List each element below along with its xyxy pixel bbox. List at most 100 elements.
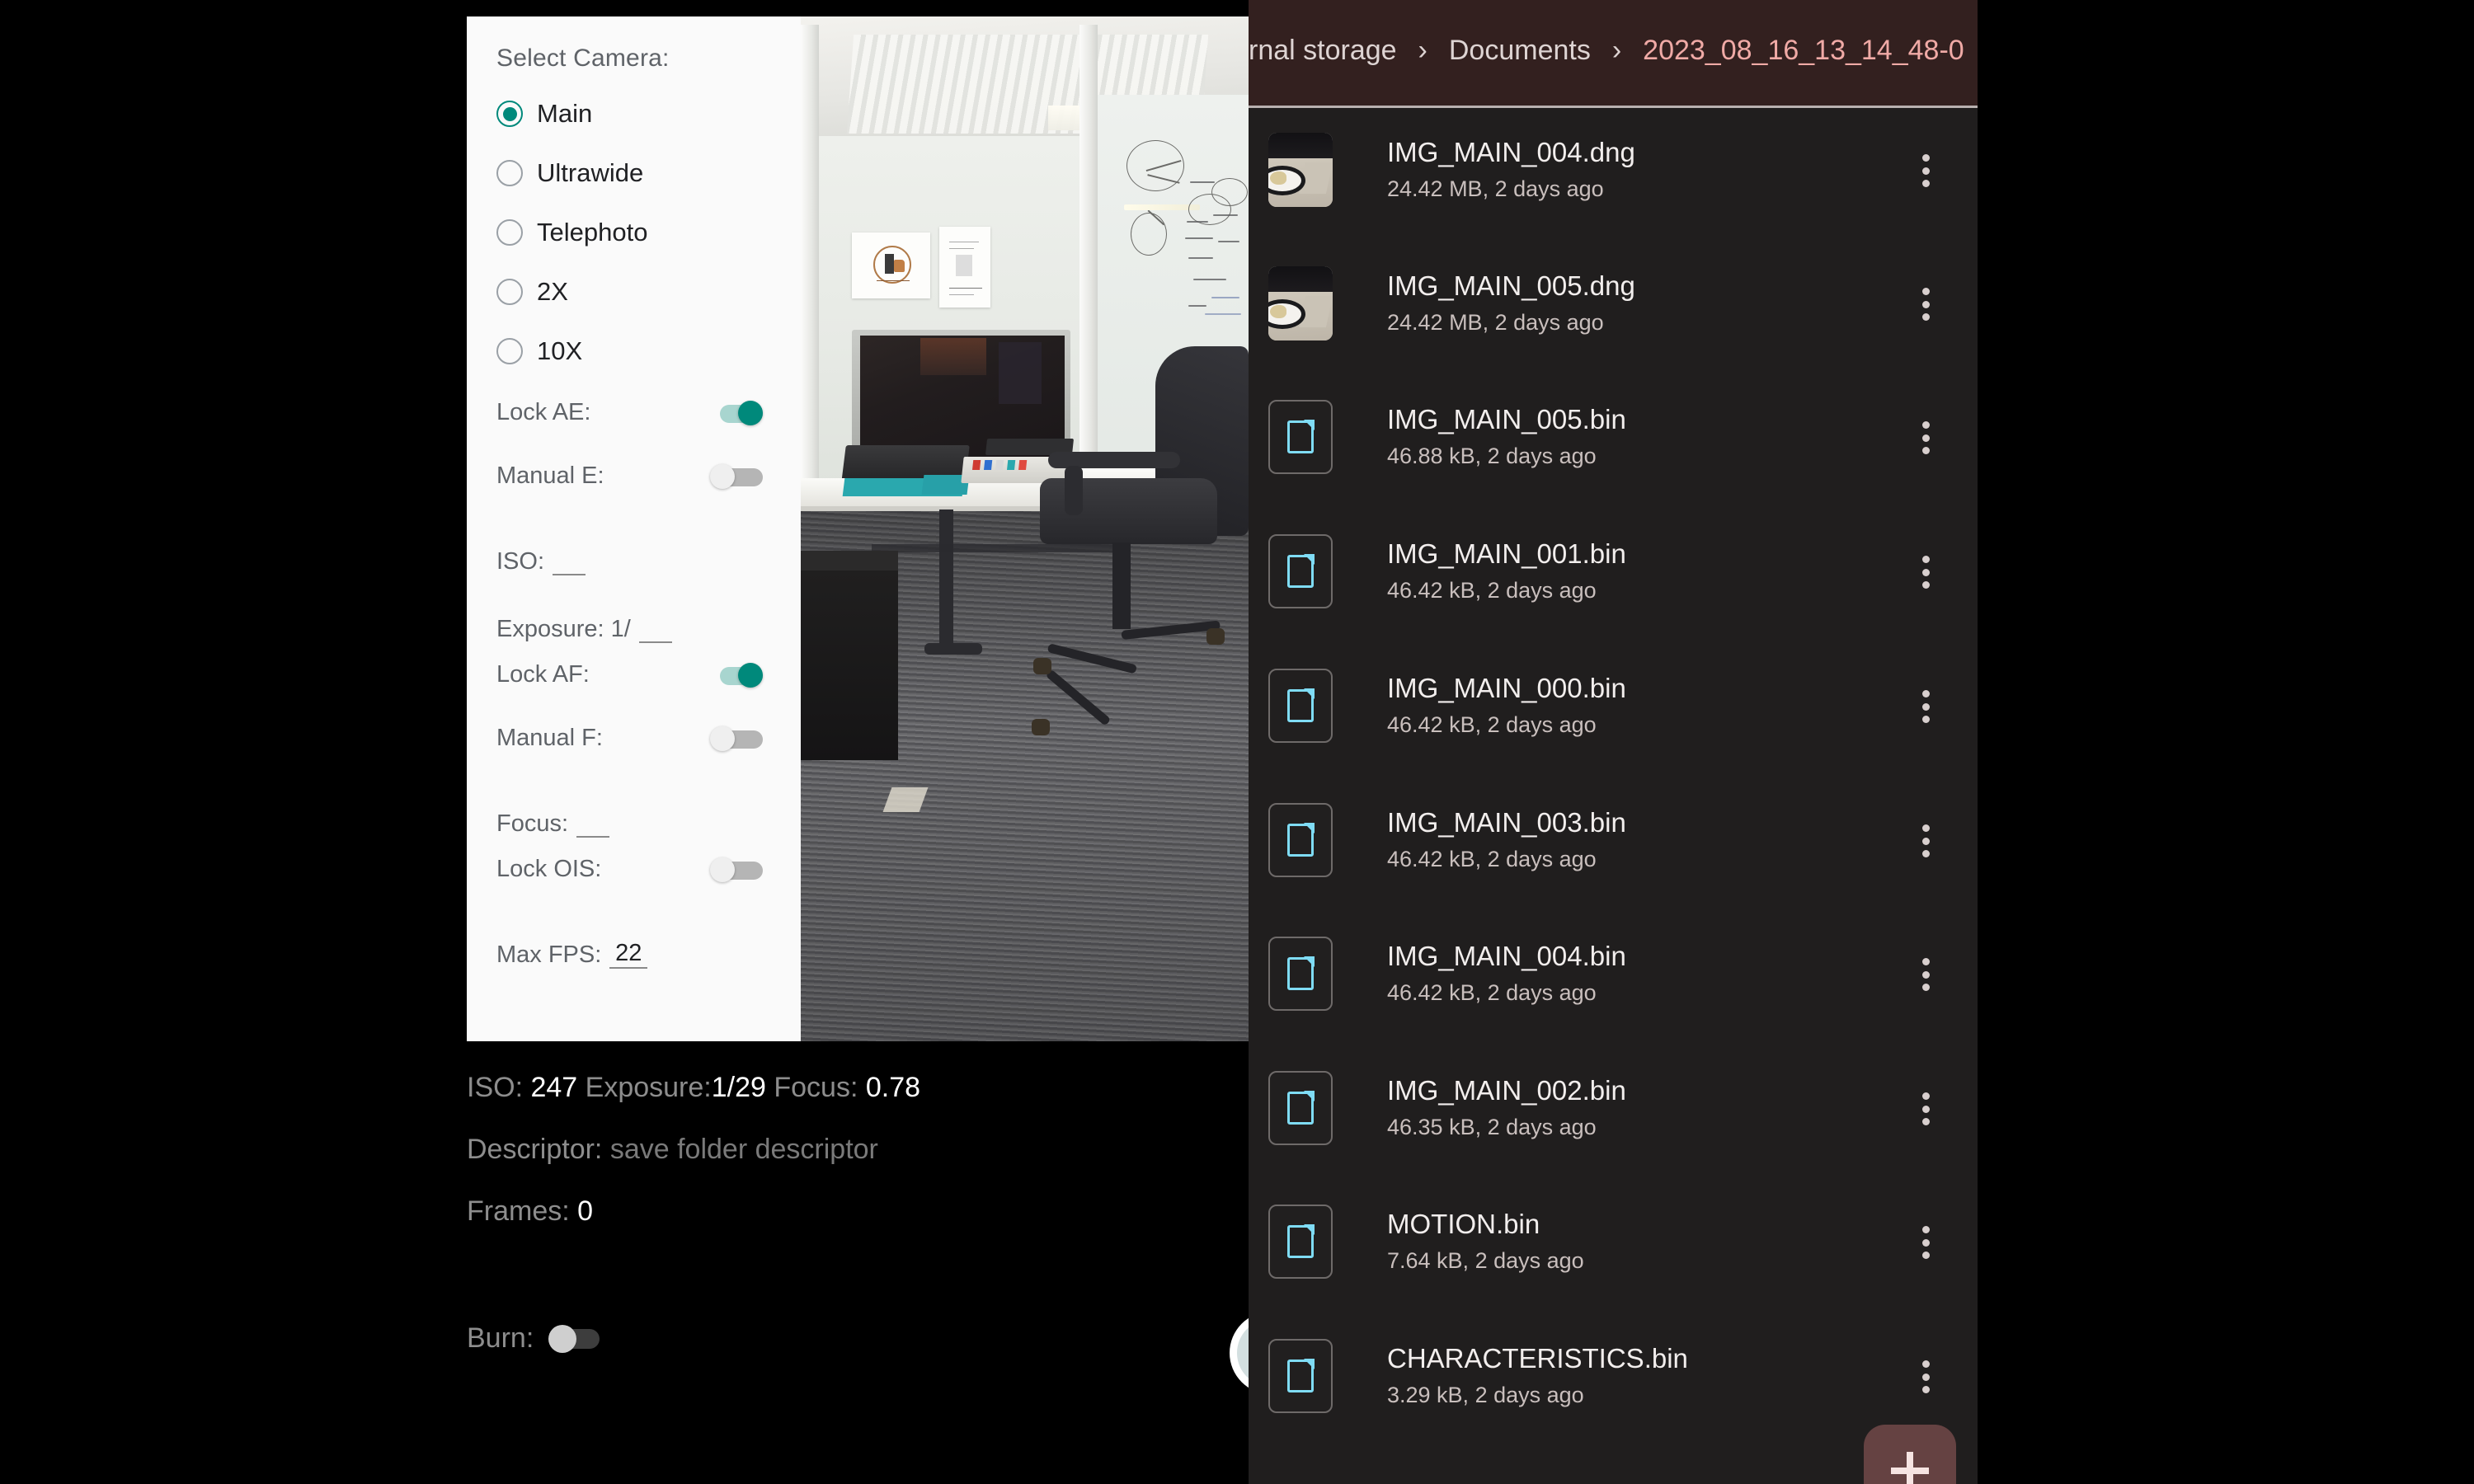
exposure-readout-label: Exposure: [577, 1072, 712, 1103]
lock-ae-label: Lock AE: [496, 399, 591, 425]
breadcrumb-item-documents[interactable]: Documents [1449, 35, 1591, 67]
camera-option-label: Main [537, 99, 593, 128]
overflow-menu-icon[interactable] [1921, 1360, 1930, 1393]
file-manager-app: rnal storage › Documents › 2023_08_16_13… [1249, 0, 1978, 1484]
exposure-input[interactable] [638, 613, 672, 643]
lock-ois-label: Lock OIS: [496, 856, 602, 882]
document-icon [1268, 400, 1333, 474]
burn-label: Burn: [467, 1322, 534, 1354]
document-icon [1268, 803, 1333, 877]
file-name: MOTION.bin [1387, 1209, 1540, 1240]
iso-input[interactable] [553, 546, 586, 575]
file-meta: 46.42 kB, 2 days ago [1387, 578, 1597, 603]
plus-icon [1891, 1452, 1929, 1484]
file-list[interactable]: IMG_MAIN_004.dng 24.42 MB, 2 days ago IM… [1249, 108, 1978, 1484]
overflow-menu-icon[interactable] [1921, 958, 1930, 991]
file-meta: 3.29 kB, 2 days ago [1387, 1383, 1584, 1408]
table-row[interactable]: IMG_MAIN_003.bin 46.42 kB, 2 days ago [1249, 803, 1978, 877]
toggle-thumb [710, 463, 735, 489]
lock-ae-toggle[interactable] [710, 400, 763, 425]
file-name: IMG_MAIN_000.bin [1387, 673, 1626, 704]
table-row[interactable]: IMG_MAIN_002.bin 46.35 kB, 2 days ago [1249, 1071, 1978, 1145]
photo-thumbnail [1268, 266, 1333, 340]
table-row[interactable]: MOTION.bin 7.64 kB, 2 days ago [1249, 1205, 1978, 1279]
camera-option-label: 2X [537, 277, 568, 306]
camera-app: Select Camera: Main Ultrawide Telephoto … [467, 0, 1312, 1484]
camera-option-main[interactable]: Main [496, 84, 771, 143]
table-row[interactable]: IMG_MAIN_004.bin 46.42 kB, 2 days ago [1249, 937, 1978, 1011]
focus-readout-value: 0.78 [865, 1072, 921, 1103]
iso-row: ISO: [496, 508, 771, 575]
lock-ois-toggle[interactable] [710, 857, 763, 882]
toggle-thumb [738, 400, 763, 425]
table-row[interactable]: IMG_MAIN_004.dng 24.42 MB, 2 days ago [1249, 133, 1978, 207]
overflow-menu-icon[interactable] [1921, 824, 1930, 857]
file-name: IMG_MAIN_005.bin [1387, 404, 1626, 435]
exposure-row: Exposure: 1/ [496, 575, 771, 643]
document-icon [1268, 937, 1333, 1011]
overflow-menu-icon[interactable] [1921, 154, 1930, 187]
lock-af-label: Lock AF: [496, 661, 590, 688]
photo-thumbnail [1268, 133, 1333, 207]
file-name: IMG_MAIN_004.bin [1387, 941, 1626, 972]
camera-option-10x[interactable]: 10X [496, 322, 771, 381]
frames-value: 0 [577, 1195, 594, 1227]
descriptor-input[interactable]: save folder descriptor [610, 1134, 878, 1165]
file-name: IMG_MAIN_005.dng [1387, 270, 1635, 302]
radio-icon [496, 160, 523, 186]
descriptor-line[interactable]: Descriptor: save folder descriptor [467, 1134, 1249, 1166]
lock-af-toggle[interactable] [710, 662, 763, 688]
lock-ae-row: Lock AE: [496, 381, 771, 444]
document-icon [1268, 1071, 1333, 1145]
radio-selected-icon [496, 101, 523, 127]
table-row[interactable]: CHARACTERISTICS.bin 3.29 kB, 2 days ago [1249, 1339, 1978, 1413]
camera-settings-panel: Select Camera: Main Ultrawide Telephoto … [467, 16, 801, 1041]
descriptor-label: Descriptor: [467, 1134, 610, 1165]
manual-e-label: Manual E: [496, 463, 604, 489]
overflow-menu-icon[interactable] [1921, 1092, 1930, 1125]
file-meta: 46.42 kB, 2 days ago [1387, 712, 1597, 738]
burn-toggle[interactable] [548, 1324, 601, 1353]
overflow-menu-icon[interactable] [1921, 421, 1930, 454]
breadcrumb-item-current[interactable]: 2023_08_16_13_14_48-0 [1643, 35, 1964, 67]
focus-input[interactable] [576, 808, 610, 838]
select-camera-label: Select Camera: [496, 45, 670, 72]
add-file-button[interactable] [1864, 1425, 1956, 1484]
camera-option-ultrawide[interactable]: Ultrawide [496, 143, 771, 203]
table-row[interactable]: IMG_MAIN_001.bin 46.42 kB, 2 days ago [1249, 534, 1978, 608]
max-fps-input[interactable]: 22 [609, 939, 648, 969]
chevron-right-icon: › [1611, 35, 1622, 66]
table-row[interactable]: IMG_MAIN_000.bin 46.42 kB, 2 days ago [1249, 669, 1978, 743]
toggle-thumb [738, 662, 763, 688]
file-meta: 24.42 MB, 2 days ago [1387, 310, 1604, 336]
camera-option-label: 10X [537, 336, 583, 365]
overflow-menu-icon[interactable] [1921, 1226, 1930, 1259]
screen: Select Camera: Main Ultrawide Telephoto … [0, 0, 2474, 1484]
document-icon [1268, 1339, 1333, 1413]
camera-option-label: Telephoto [537, 218, 648, 247]
chevron-right-icon: › [1418, 35, 1427, 66]
iso-label: ISO: [496, 548, 545, 575]
table-row[interactable]: IMG_MAIN_005.bin 46.88 kB, 2 days ago [1249, 400, 1978, 474]
table-row[interactable]: IMG_MAIN_005.dng 24.42 MB, 2 days ago [1249, 266, 1978, 340]
file-name: IMG_MAIN_002.bin [1387, 1075, 1626, 1106]
overflow-menu-icon[interactable] [1921, 288, 1930, 321]
breadcrumb-item-storage[interactable]: rnal storage [1249, 35, 1397, 67]
exposure-label: Exposure: 1/ [496, 616, 631, 642]
radio-icon [496, 219, 523, 246]
file-name: IMG_MAIN_001.bin [1387, 538, 1626, 570]
manual-f-toggle[interactable] [710, 726, 763, 751]
iso-readout-value: 247 [530, 1072, 578, 1103]
toggle-thumb [710, 857, 735, 882]
camera-option-telephoto[interactable]: Telephoto [496, 203, 771, 262]
overflow-menu-icon[interactable] [1921, 690, 1930, 723]
breadcrumb: rnal storage › Documents › 2023_08_16_13… [1249, 35, 1964, 67]
camera-preview[interactable] [801, 16, 1249, 1041]
overflow-menu-icon[interactable] [1921, 556, 1930, 589]
camera-option-2x[interactable]: 2X [496, 262, 771, 322]
file-meta: 46.35 kB, 2 days ago [1387, 1115, 1597, 1140]
manual-e-toggle[interactable] [710, 463, 763, 489]
manual-f-label: Manual F: [496, 725, 603, 751]
exposure-readout-line: ISO: 247 Exposure:1/29 Focus: 0.78 [467, 1072, 1249, 1104]
document-icon [1268, 669, 1333, 743]
